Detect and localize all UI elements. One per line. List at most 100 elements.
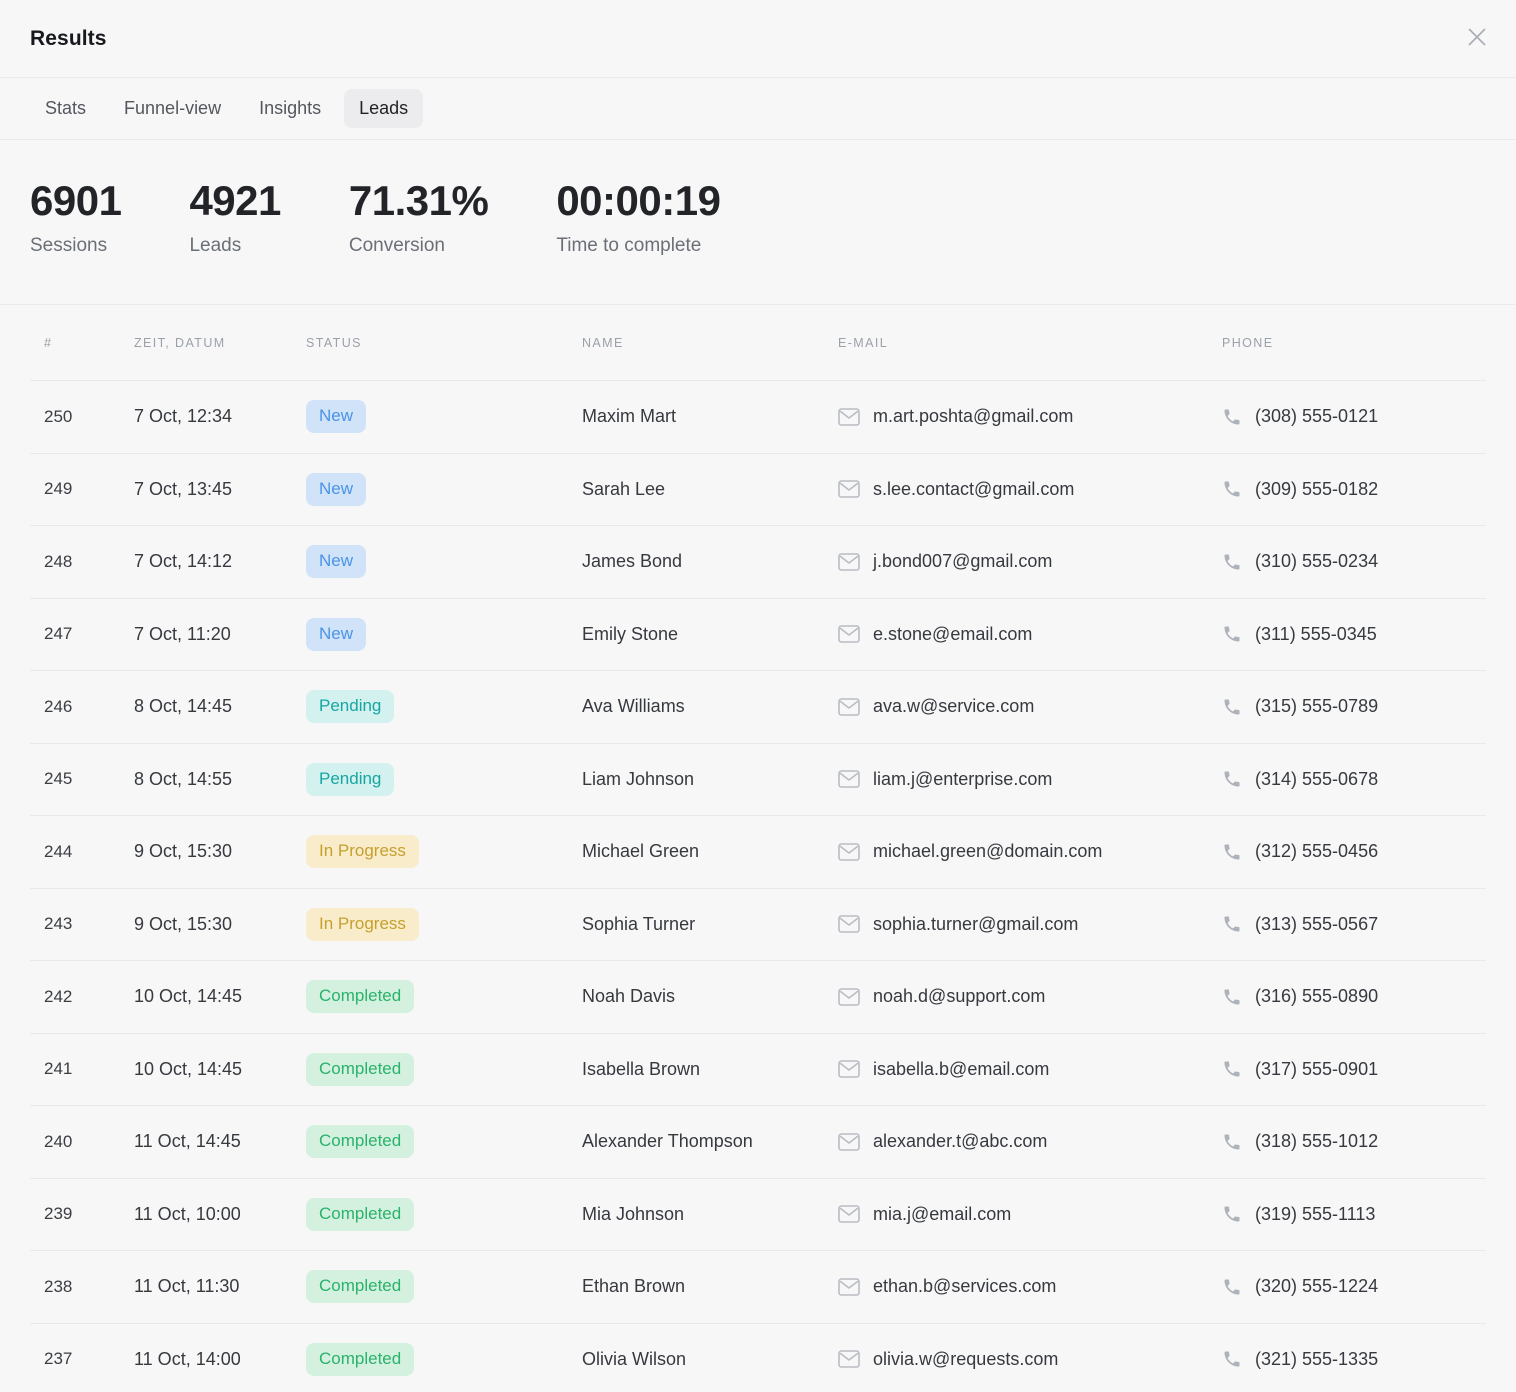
column-header-id: # <box>30 336 120 350</box>
table-row[interactable]: 240 11 Oct, 14:45 Completed Alexander Th… <box>30 1105 1486 1178</box>
close-button[interactable] <box>1462 24 1492 54</box>
row-name: Mia Johnson <box>568 1204 824 1225</box>
table-row[interactable]: 238 11 Oct, 11:30 Completed Ethan Brown … <box>30 1250 1486 1323</box>
status-badge: New <box>306 545 366 578</box>
row-datetime: 10 Oct, 14:45 <box>120 1059 292 1080</box>
row-datetime: 8 Oct, 14:45 <box>120 696 292 717</box>
row-phone: (316) 555-0890 <box>1255 986 1378 1007</box>
row-phone: (314) 555-0678 <box>1255 769 1378 790</box>
row-email: olivia.w@requests.com <box>873 1349 1058 1370</box>
stats-row: 6901 Sessions 4921 Leads 71.31% Conversi… <box>0 140 1516 305</box>
status-badge: New <box>306 618 366 651</box>
table-body: 250 7 Oct, 12:34 New Maxim Mart m.art.po… <box>30 380 1486 1392</box>
status-badge: Pending <box>306 690 394 723</box>
stat-value: 71.31% <box>349 178 488 224</box>
table-row[interactable]: 242 10 Oct, 14:45 Completed Noah Davis n… <box>30 960 1486 1033</box>
status-badge: In Progress <box>306 908 419 941</box>
row-datetime: 9 Oct, 15:30 <box>120 841 292 862</box>
row-phone: (321) 555-1335 <box>1255 1349 1378 1370</box>
phone-icon <box>1222 697 1242 717</box>
email-icon <box>838 1278 860 1296</box>
table-row[interactable]: 241 10 Oct, 14:45 Completed Isabella Bro… <box>30 1033 1486 1106</box>
row-name: James Bond <box>568 551 824 572</box>
table-row[interactable]: 239 11 Oct, 10:00 Completed Mia Johnson … <box>30 1178 1486 1251</box>
stat-block: 4921 Leads <box>189 178 280 257</box>
tab-funnel-view[interactable]: Funnel-view <box>109 89 236 128</box>
table-row[interactable]: 237 11 Oct, 14:00 Completed Olivia Wilso… <box>30 1323 1486 1392</box>
row-phone: (320) 555-1224 <box>1255 1276 1378 1297</box>
email-icon <box>838 1060 860 1078</box>
row-datetime: 9 Oct, 15:30 <box>120 914 292 935</box>
email-icon <box>838 480 860 498</box>
column-header-datetime: ZEIT, DATUM <box>120 336 292 350</box>
tab-leads[interactable]: Leads <box>344 89 423 128</box>
email-icon <box>838 1205 860 1223</box>
row-name: Isabella Brown <box>568 1059 824 1080</box>
tab-insights[interactable]: Insights <box>244 89 336 128</box>
table-row[interactable]: 248 7 Oct, 14:12 New James Bond j.bond00… <box>30 525 1486 598</box>
column-header-phone: PHONE <box>1208 336 1486 350</box>
stat-label: Leads <box>189 235 280 257</box>
table-row[interactable]: 245 8 Oct, 14:55 Pending Liam Johnson li… <box>30 743 1486 816</box>
stat-value: 4921 <box>189 178 280 224</box>
row-id: 249 <box>30 479 120 499</box>
row-datetime: 7 Oct, 14:12 <box>120 551 292 572</box>
row-name: Liam Johnson <box>568 769 824 790</box>
table-row[interactable]: 246 8 Oct, 14:45 Pending Ava Williams av… <box>30 670 1486 743</box>
table-row[interactable]: 247 7 Oct, 11:20 New Emily Stone e.stone… <box>30 598 1486 671</box>
status-badge: Completed <box>306 1198 414 1231</box>
phone-icon <box>1222 479 1242 499</box>
phone-icon <box>1222 987 1242 1007</box>
status-badge: New <box>306 400 366 433</box>
phone-icon <box>1222 1132 1242 1152</box>
email-icon <box>838 1350 860 1368</box>
table-row[interactable]: 244 9 Oct, 15:30 In Progress Michael Gre… <box>30 815 1486 888</box>
email-icon <box>838 1133 860 1151</box>
email-icon <box>838 770 860 788</box>
row-email: liam.j@enterprise.com <box>873 769 1052 790</box>
row-datetime: 8 Oct, 14:55 <box>120 769 292 790</box>
row-email: alexander.t@abc.com <box>873 1131 1047 1152</box>
row-id: 238 <box>30 1277 120 1297</box>
status-badge: Completed <box>306 980 414 1013</box>
row-name: Emily Stone <box>568 624 824 645</box>
status-badge: Completed <box>306 1343 414 1376</box>
row-phone: (318) 555-1012 <box>1255 1131 1378 1152</box>
row-name: Alexander Thompson <box>568 1131 824 1152</box>
row-name: Noah Davis <box>568 986 824 1007</box>
row-id: 239 <box>30 1204 120 1224</box>
row-email: noah.d@support.com <box>873 986 1045 1007</box>
stat-block: 00:00:19 Time to complete <box>556 178 720 257</box>
row-id: 250 <box>30 407 120 427</box>
row-email: s.lee.contact@gmail.com <box>873 479 1074 500</box>
row-email: e.stone@email.com <box>873 624 1032 645</box>
row-id: 246 <box>30 697 120 717</box>
row-id: 243 <box>30 914 120 934</box>
row-id: 241 <box>30 1059 120 1079</box>
phone-icon <box>1222 1204 1242 1224</box>
row-id: 240 <box>30 1132 120 1152</box>
email-icon <box>838 698 860 716</box>
stat-label: Time to complete <box>556 235 720 257</box>
column-header-status: STATUS <box>292 336 568 350</box>
row-datetime: 11 Oct, 10:00 <box>120 1204 292 1225</box>
row-email: j.bond007@gmail.com <box>873 551 1052 572</box>
table-row[interactable]: 250 7 Oct, 12:34 New Maxim Mart m.art.po… <box>30 380 1486 453</box>
row-email: ethan.b@services.com <box>873 1276 1056 1297</box>
table-row[interactable]: 249 7 Oct, 13:45 New Sarah Lee s.lee.con… <box>30 453 1486 526</box>
email-icon <box>838 625 860 643</box>
row-datetime: 7 Oct, 11:20 <box>120 624 292 645</box>
status-badge: New <box>306 473 366 506</box>
row-datetime: 7 Oct, 12:34 <box>120 406 292 427</box>
row-phone: (311) 555-0345 <box>1255 624 1377 645</box>
table-row[interactable]: 243 9 Oct, 15:30 In Progress Sophia Turn… <box>30 888 1486 961</box>
stat-value: 6901 <box>30 178 121 224</box>
row-datetime: 11 Oct, 14:45 <box>120 1131 292 1152</box>
email-icon <box>838 843 860 861</box>
leads-table: # ZEIT, DATUM STATUS NAME E-MAIL PHONE 2… <box>0 305 1516 1392</box>
status-badge: Completed <box>306 1270 414 1303</box>
tab-stats[interactable]: Stats <box>30 89 101 128</box>
status-badge: In Progress <box>306 835 419 868</box>
row-email: mia.j@email.com <box>873 1204 1011 1225</box>
phone-icon <box>1222 1059 1242 1079</box>
